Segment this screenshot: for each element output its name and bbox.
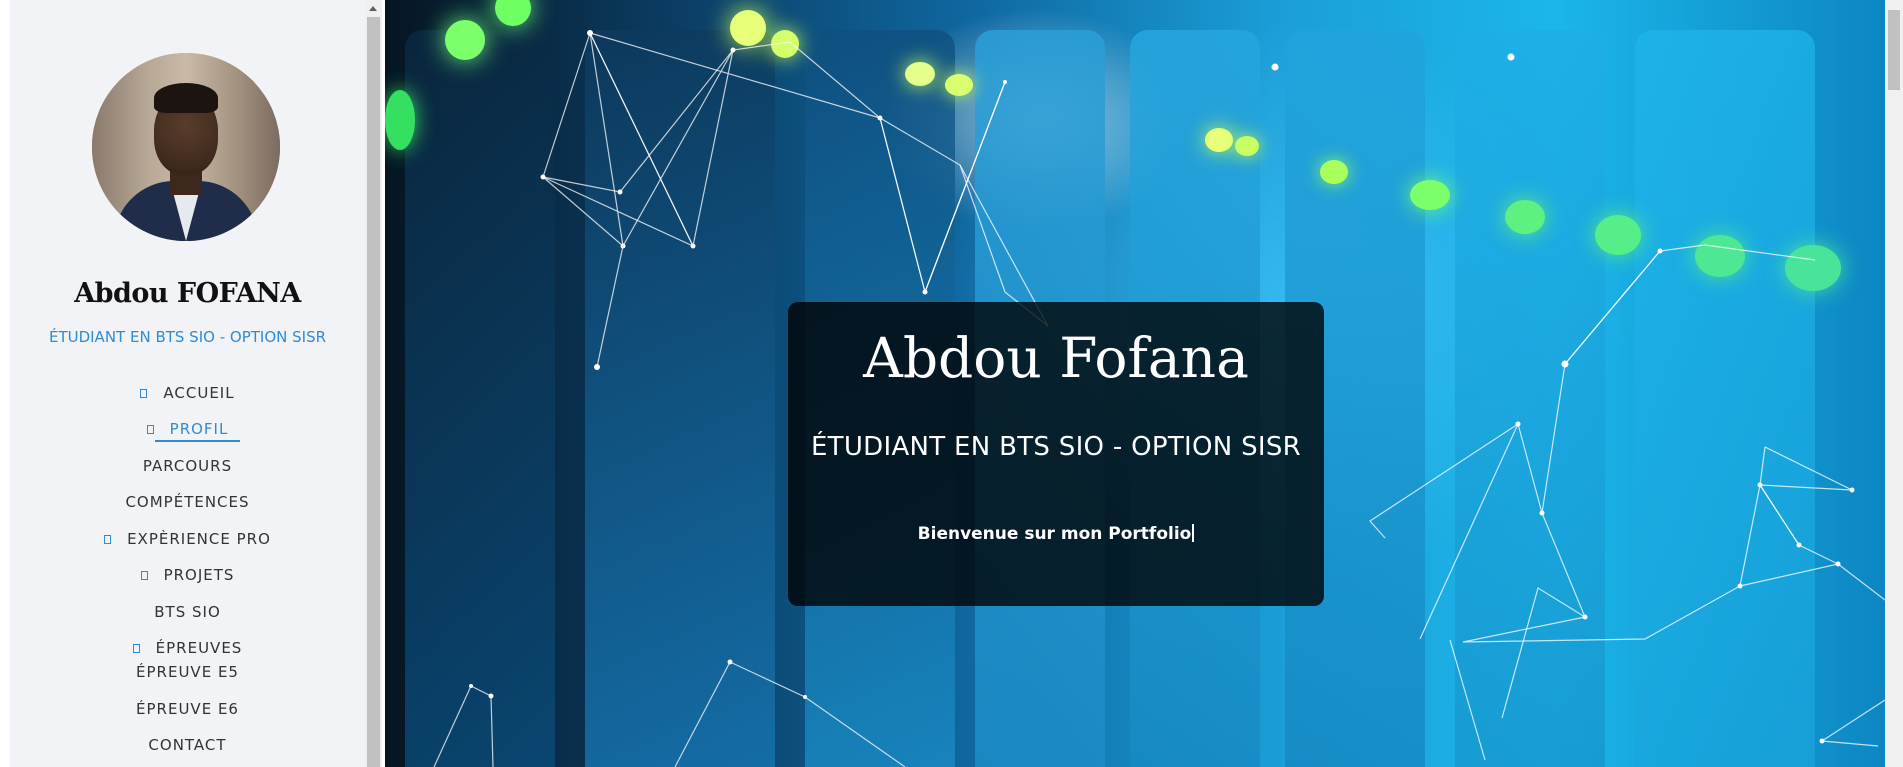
- briefcase-icon: [104, 534, 112, 544]
- nav-item-experience-pro[interactable]: EXPÈRIENCE PRO: [10, 528, 365, 550]
- typing-caret: [1192, 524, 1195, 542]
- nav-item-projets[interactable]: PROJETS: [10, 564, 365, 586]
- nav-item-label: ÉPREUVES: [155, 639, 243, 657]
- profile-name: Abdou FOFANA: [74, 278, 301, 309]
- nav-item-label: PARCOURS: [142, 457, 233, 475]
- user-icon: [146, 424, 154, 434]
- document-icon: [132, 643, 140, 653]
- nav-item-label: ÉPREUVE E6: [136, 700, 239, 718]
- nav-item-epreuve-e5[interactable]: ÉPREUVE E5: [10, 661, 365, 683]
- nav-item-bts-sio[interactable]: BTS SIO: [10, 601, 365, 623]
- portfolio-page: Abdou FOFANA ÉTUDIANT EN BTS SIO - OPTIO…: [0, 0, 1903, 767]
- nav-item-label: COMPÉTENCES: [125, 493, 250, 511]
- avatar: [92, 53, 280, 241]
- home-icon: [140, 388, 148, 398]
- nav-item-parcours[interactable]: PARCOURS: [10, 455, 365, 477]
- scroll-up-arrow-icon[interactable]: [369, 6, 377, 11]
- nav-item-epreuves[interactable]: ÉPREUVES: [10, 637, 365, 659]
- nav-item-epreuve-e6[interactable]: ÉPREUVE E6: [10, 698, 365, 720]
- hero-subtitle: ÉTUDIANT EN BTS SIO - OPTION SISR: [810, 432, 1302, 462]
- nav-item-label: ACCUEIL: [163, 384, 235, 402]
- active-underline: [155, 440, 240, 442]
- welcome-text: Bienvenue sur mon Portfolio: [917, 524, 1192, 544]
- nav-item-label: CONTACT: [148, 736, 227, 754]
- nav-item-profil[interactable]: PROFIL: [10, 418, 365, 442]
- nav-item-label: PROJETS: [163, 566, 235, 584]
- sidebar: Abdou FOFANA ÉTUDIANT EN BTS SIO - OPTIO…: [10, 0, 365, 767]
- profile-subtitle: ÉTUDIANT EN BTS SIO - OPTION SISR: [48, 328, 327, 346]
- sidebar-scrollbar-thumb[interactable]: [367, 17, 380, 767]
- page-scrollbar[interactable]: [1885, 0, 1903, 767]
- nav-item-accueil[interactable]: ACCUEIL: [10, 382, 365, 404]
- nav-item-label: PROFIL: [169, 420, 229, 438]
- hero-section: Abdou Fofana ÉTUDIANT EN BTS SIO - OPTIO…: [385, 0, 1885, 767]
- nav-item-contact[interactable]: CONTACT: [10, 734, 365, 756]
- nav-item-label: ÉPREUVE E5: [136, 663, 239, 681]
- folder-icon: [140, 570, 148, 580]
- page-scrollbar-thumb[interactable]: [1888, 10, 1900, 90]
- hero-title: Abdou Fofana: [863, 326, 1249, 390]
- hero-card: Abdou Fofana ÉTUDIANT EN BTS SIO - OPTIO…: [788, 302, 1324, 606]
- sidebar-scrollbar[interactable]: [365, 0, 382, 767]
- hero-welcome-text: Bienvenue sur mon Portfolio: [788, 524, 1324, 544]
- nav-item-label: EXPÈRIENCE PRO: [127, 530, 271, 548]
- nav-item-label: BTS SIO: [154, 603, 221, 621]
- nav-item-competences[interactable]: COMPÉTENCES: [10, 491, 365, 513]
